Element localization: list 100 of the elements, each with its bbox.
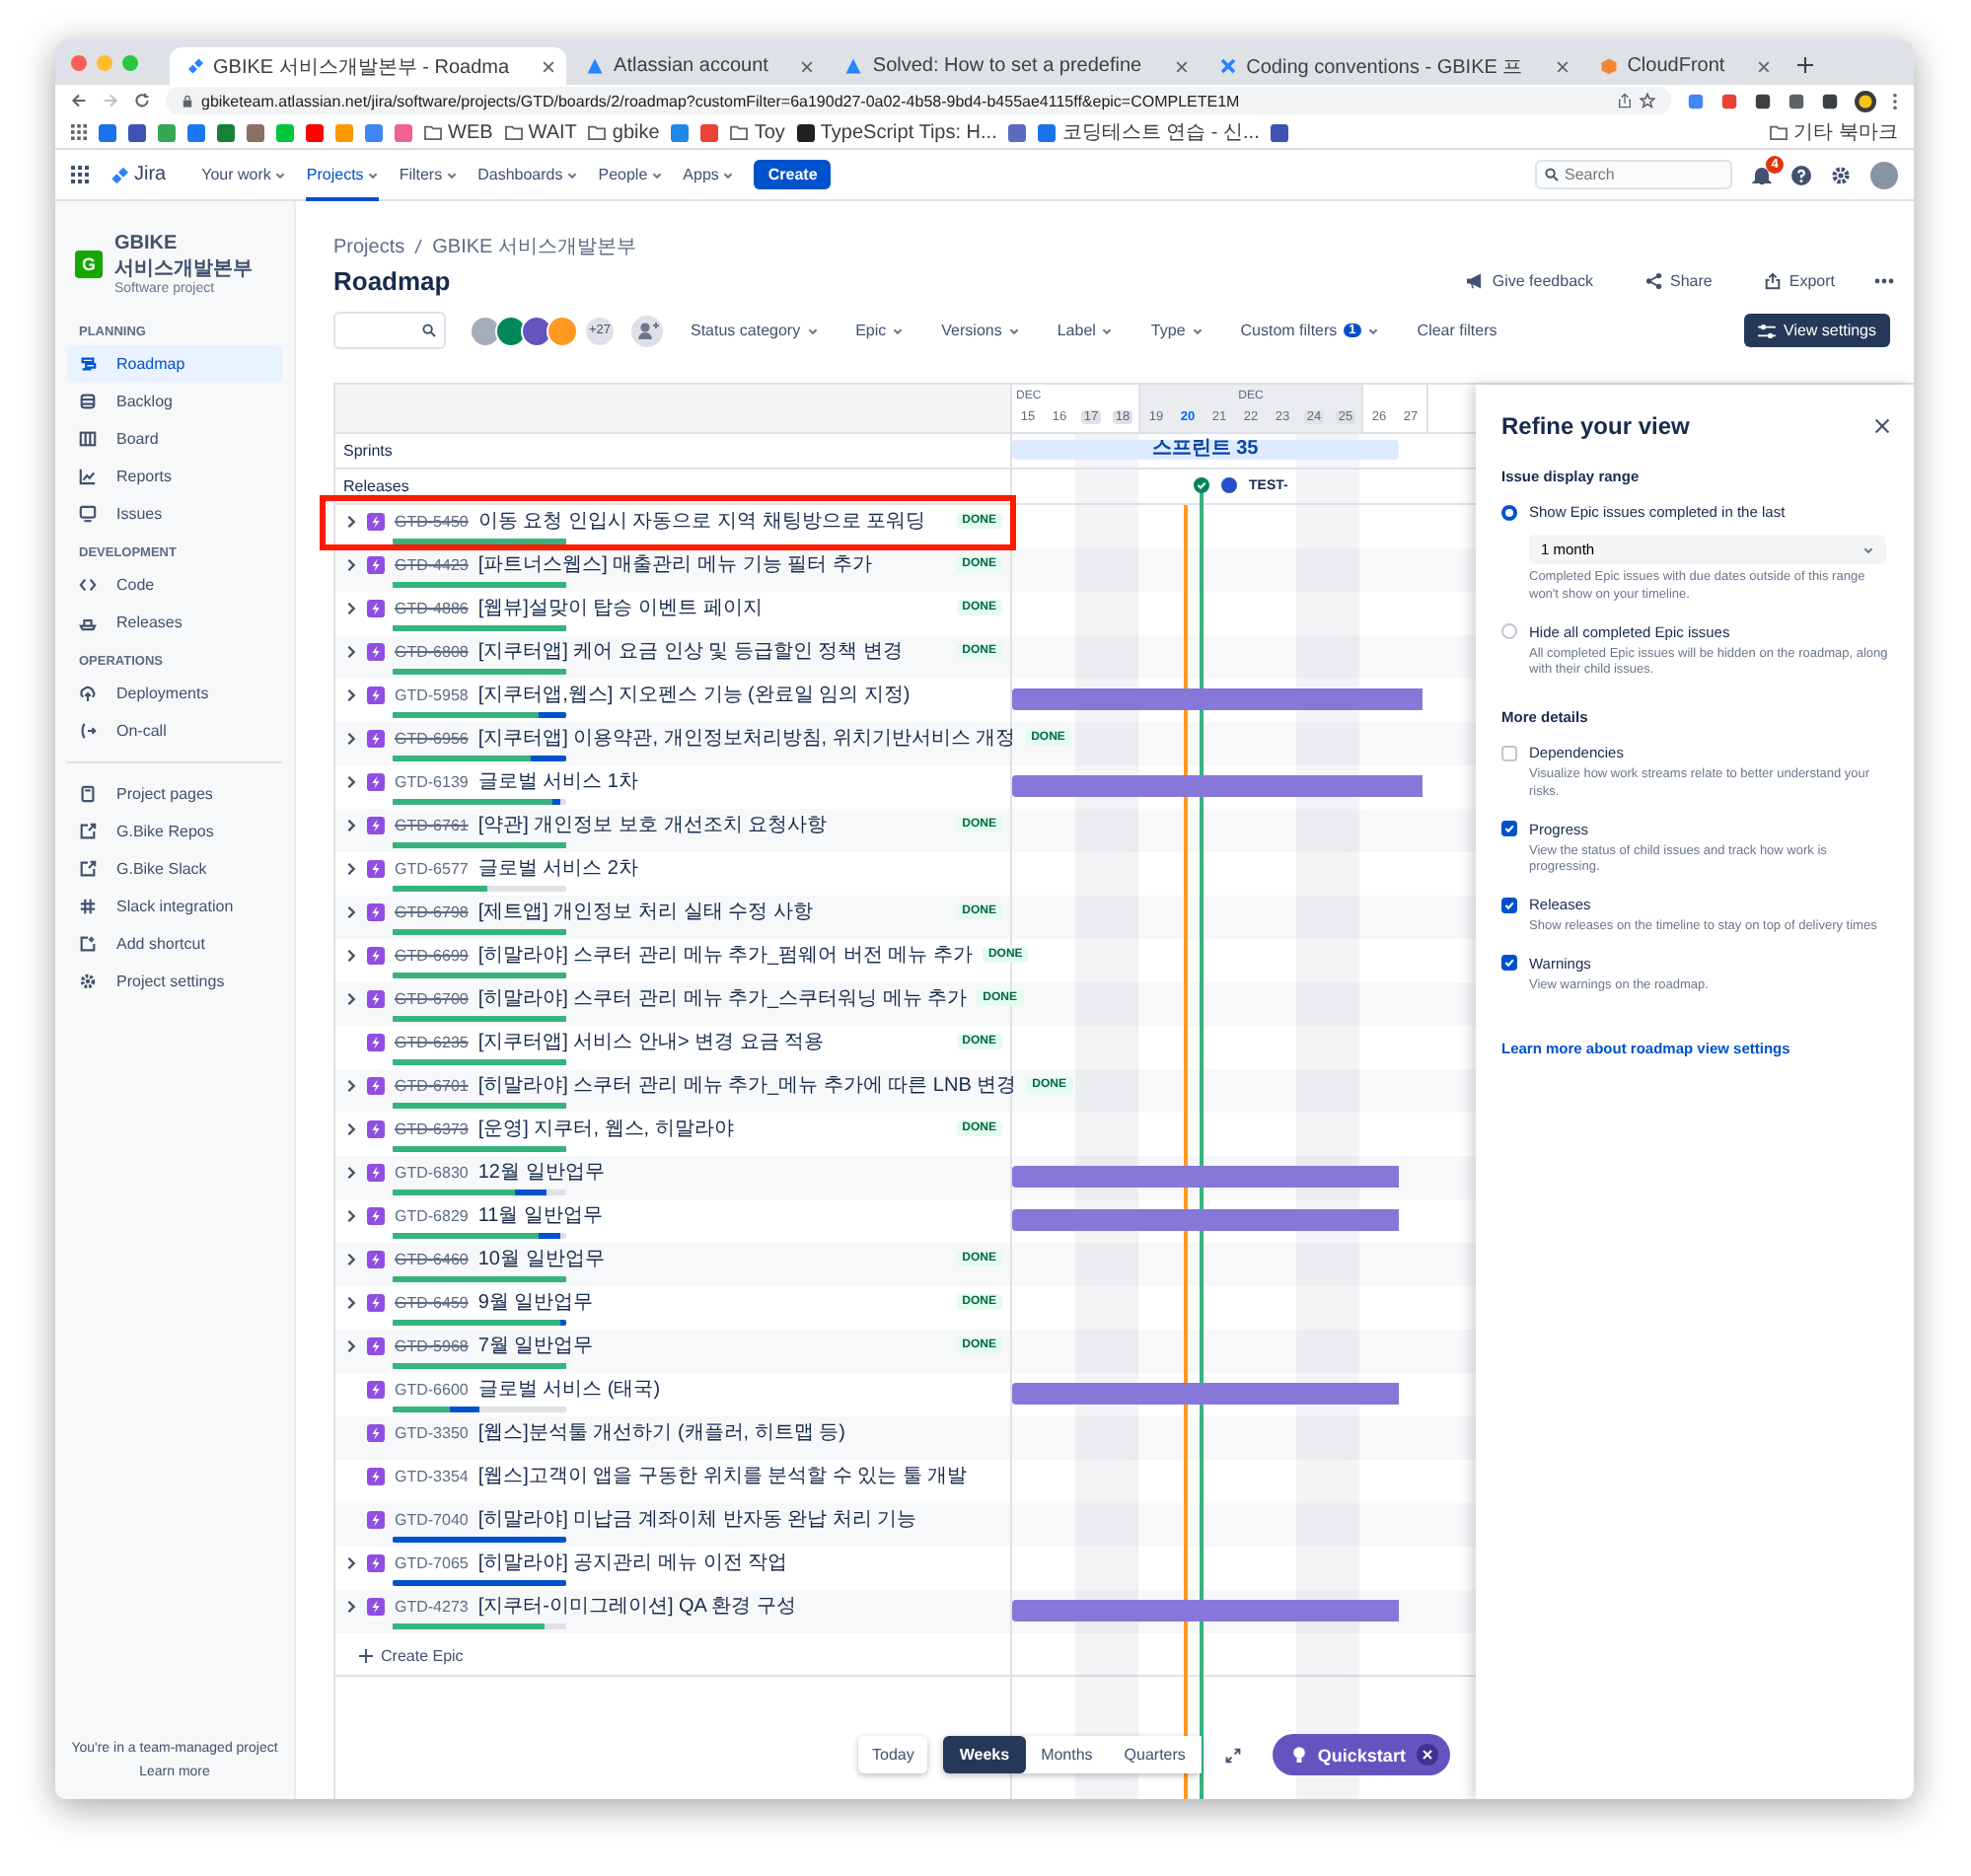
issue-key[interactable]: GTD-6577: [395, 859, 469, 877]
epic-title[interactable]: [히말라야] 스쿠터 관리 메뉴 추가_스쿠터워닝 메뉴 추가: [477, 984, 968, 1012]
epic-title[interactable]: [제트앱] 개인정보 처리 실태 수정 사항: [477, 898, 947, 925]
create-epic-button[interactable]: Create Epic: [335, 1633, 464, 1677]
search-field[interactable]: Search: [1535, 160, 1732, 189]
page-action-button[interactable]: Give feedback: [1454, 270, 1606, 292]
epic-title[interactable]: [파트너스웹스] 매출관리 메뉴 기능 필터 추가: [477, 550, 947, 578]
issue-key[interactable]: GTD-5958: [395, 685, 469, 703]
issue-key[interactable]: GTD-6830: [395, 1163, 469, 1181]
epic-title[interactable]: [지쿠터앱] 케어 요금 인상 및 등급할인 정책 변경: [477, 637, 947, 665]
sidebar-item[interactable]: Board: [67, 420, 282, 458]
sidebar-item[interactable]: On-call: [67, 712, 282, 750]
sidebar-item[interactable]: Add shortcut: [67, 925, 282, 963]
more-icon[interactable]: [1892, 92, 1898, 109]
back-icon[interactable]: [71, 93, 87, 108]
expand-chevron-icon[interactable]: [345, 991, 357, 1005]
filter-dropdown[interactable]: Status category: [681, 322, 829, 339]
expand-chevron-icon[interactable]: [345, 514, 357, 528]
radio-button[interactable]: [1501, 623, 1517, 640]
expand-chevron-icon[interactable]: [345, 1599, 357, 1613]
expand-chevron-icon[interactable]: [345, 557, 357, 571]
sidebar-item[interactable]: Issues: [67, 495, 282, 533]
more-icon[interactable]: [1874, 278, 1894, 284]
epic-title[interactable]: [지쿠터-이미그레이션] QA 환경 구성: [477, 1592, 1002, 1620]
bookmark-folder[interactable]: gbike: [588, 121, 660, 143]
filter-dropdown[interactable]: Label: [1047, 322, 1124, 339]
issue-key[interactable]: GTD-6139: [395, 772, 469, 790]
add-people-icon[interactable]: [631, 315, 663, 346]
issue-key[interactable]: GTD-6956: [395, 729, 469, 747]
epic-title[interactable]: 글로벌 서비스 2차: [477, 854, 1002, 882]
bookmark-folder[interactable]: WAIT: [504, 121, 577, 143]
epic-title[interactable]: [지쿠터앱] 서비스 안내> 변경 요금 적용: [477, 1028, 947, 1055]
epic-title[interactable]: [운영] 지쿠터, 웹스, 히말라야: [477, 1115, 947, 1142]
app-switcher-icon[interactable]: [71, 166, 89, 183]
apps-grid-icon[interactable]: [71, 124, 87, 140]
epic-title[interactable]: [히말라야] 스쿠터 관리 메뉴 추가_펌웨어 버전 메뉴 추가: [477, 941, 973, 969]
user-avatar[interactable]: [1870, 161, 1898, 188]
close-icon[interactable]: [801, 60, 814, 72]
issue-key[interactable]: GTD-6460: [395, 1250, 469, 1267]
close-icon[interactable]: [543, 60, 555, 72]
issue-key[interactable]: GTD-6700: [395, 989, 469, 1007]
bookmark-link[interactable]: TypeScript Tips: H...: [796, 121, 997, 143]
page-action-button[interactable]: Share: [1633, 270, 1724, 292]
epic-title[interactable]: [약관] 개인정보 보호 개선조치 요청사항: [477, 811, 947, 838]
epic-title[interactable]: 글로벌 서비스 1차: [477, 767, 1002, 795]
filter-dropdown[interactable]: Type: [1140, 322, 1213, 339]
profile-avatar-icon[interactable]: [1855, 90, 1876, 111]
checkbox[interactable]: [1501, 955, 1517, 972]
scale-tab[interactable]: Quarters: [1108, 1736, 1202, 1773]
epic-title[interactable]: [지쿠터앱] 이용약관, 개인정보처리방침, 위치기반서비스 개정: [477, 724, 1016, 752]
checkbox[interactable]: [1501, 821, 1517, 837]
create-button[interactable]: Create: [754, 160, 832, 189]
view-settings-button[interactable]: View settings: [1744, 314, 1890, 347]
sidebar-item[interactable]: Slack integration: [67, 888, 282, 925]
sidebar-item[interactable]: G.Bike Slack: [67, 850, 282, 888]
today-button[interactable]: Today: [858, 1736, 928, 1773]
close-icon[interactable]: [1417, 1744, 1439, 1766]
nav-menu-item[interactable]: Filters: [399, 149, 459, 200]
bookmark-folder[interactable]: WEB: [424, 121, 493, 143]
settings-icon[interactable]: [1831, 165, 1851, 184]
epic-title[interactable]: 이동 요청 인입시 자동으로 지역 채팅방으로 포워딩: [477, 507, 947, 535]
expand-chevron-icon[interactable]: [345, 644, 357, 658]
expand-chevron-icon[interactable]: [345, 731, 357, 745]
star-icon[interactable]: [1640, 93, 1655, 108]
issue-key[interactable]: GTD-6808: [395, 642, 469, 660]
browser-tab[interactable]: Solved: How to set a predefine: [829, 47, 1200, 85]
breadcrumb-link[interactable]: GBIKE 서비스개발본부: [432, 233, 636, 260]
clear-filters-button[interactable]: Clear filters: [1407, 322, 1507, 339]
avatar[interactable]: [495, 315, 527, 346]
expand-chevron-icon[interactable]: [345, 1555, 357, 1569]
epic-title[interactable]: [히말라야] 미납금 계좌이체 반자동 완납 처리 기능: [477, 1505, 1002, 1533]
sidebar-item[interactable]: Project settings: [67, 963, 282, 1000]
epic-title[interactable]: [웹뷰]설맞이 탑승 이벤트 페이지: [477, 594, 947, 621]
avatar[interactable]: [470, 315, 501, 346]
bookmark-folder[interactable]: Toy: [730, 121, 785, 143]
filter-dropdown[interactable]: Epic: [845, 322, 914, 339]
close-icon[interactable]: [1874, 418, 1890, 434]
epic-title[interactable]: 12월 일반업무: [477, 1158, 1002, 1186]
breadcrumb-link[interactable]: Projects: [333, 236, 405, 257]
browser-tab[interactable]: Coding conventions - GBIKE 프: [1203, 47, 1580, 85]
issue-key[interactable]: GTD-6373: [395, 1119, 469, 1137]
issue-key[interactable]: GTD-6761: [395, 816, 469, 833]
close-icon[interactable]: [1556, 60, 1569, 72]
epic-title[interactable]: 9월 일반업무: [477, 1288, 947, 1316]
sidebar-item[interactable]: Backlog: [67, 383, 282, 420]
sidebar-item[interactable]: Roadmap: [67, 345, 282, 383]
browser-tab[interactable]: GBIKE 서비스개발본부 - Roadma: [170, 47, 567, 85]
nav-menu-item[interactable]: Apps: [683, 149, 735, 200]
notifications-icon[interactable]: [1752, 165, 1772, 184]
share-icon[interactable]: [1618, 93, 1632, 108]
expand-chevron-icon[interactable]: [345, 1338, 357, 1352]
page-action-button[interactable]: Export: [1751, 270, 1847, 292]
expand-chevron-icon[interactable]: [345, 1208, 357, 1222]
expand-chevron-icon[interactable]: [345, 601, 357, 614]
sidebar-item[interactable]: Reports: [67, 458, 282, 495]
expand-chevron-icon[interactable]: [345, 948, 357, 962]
check-circle-icon[interactable]: [1194, 477, 1209, 493]
issue-key[interactable]: GTD-3350: [395, 1423, 469, 1441]
filter-dropdown[interactable]: Versions: [931, 322, 1030, 339]
issue-key[interactable]: GTD-6600: [395, 1380, 469, 1398]
